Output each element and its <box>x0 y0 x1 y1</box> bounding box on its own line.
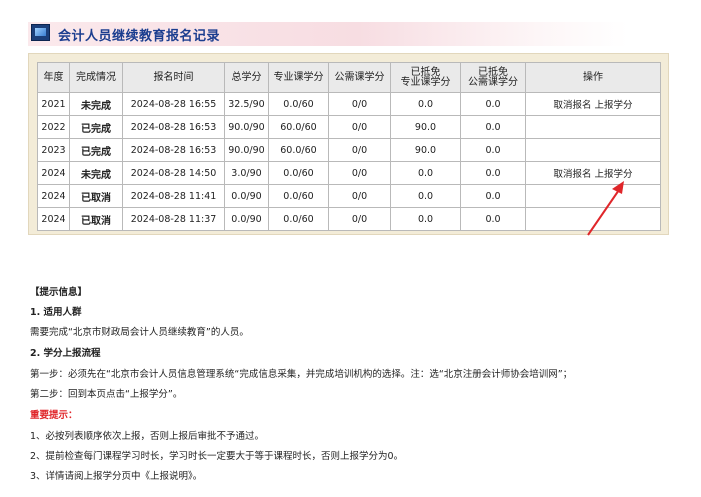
tip1-text: 1、必按列表顺序依次上报，否则上报后审批不予通过。 <box>30 431 265 442</box>
section1-text: 需要完成“北京市财政局会计人员继续教育”的人员。 <box>30 327 249 338</box>
section1-title: 1. 适用人群 <box>30 307 82 318</box>
step1-text: 第一步：必须先在“北京市会计人员信息管理系统“完成信息采集，并完成培训机构的选择… <box>30 369 573 380</box>
step2-text: 第二步：回到本页点击“上报学分”。 <box>30 389 183 400</box>
tip2-text: 2、提前检查每门课程学习时长，学习时长一定要大于等于课程时长，否则上报学分为0。 <box>30 451 404 462</box>
important-title: 重要提示： <box>30 410 78 421</box>
annotation-arrow <box>587 181 624 236</box>
tip3-text: 3、详情请阅上报学分页中《上报说明》。 <box>30 471 203 482</box>
section2-title: 2. 学分上报流程 <box>30 348 101 359</box>
info-heading: 【提示信息】 <box>30 287 88 298</box>
